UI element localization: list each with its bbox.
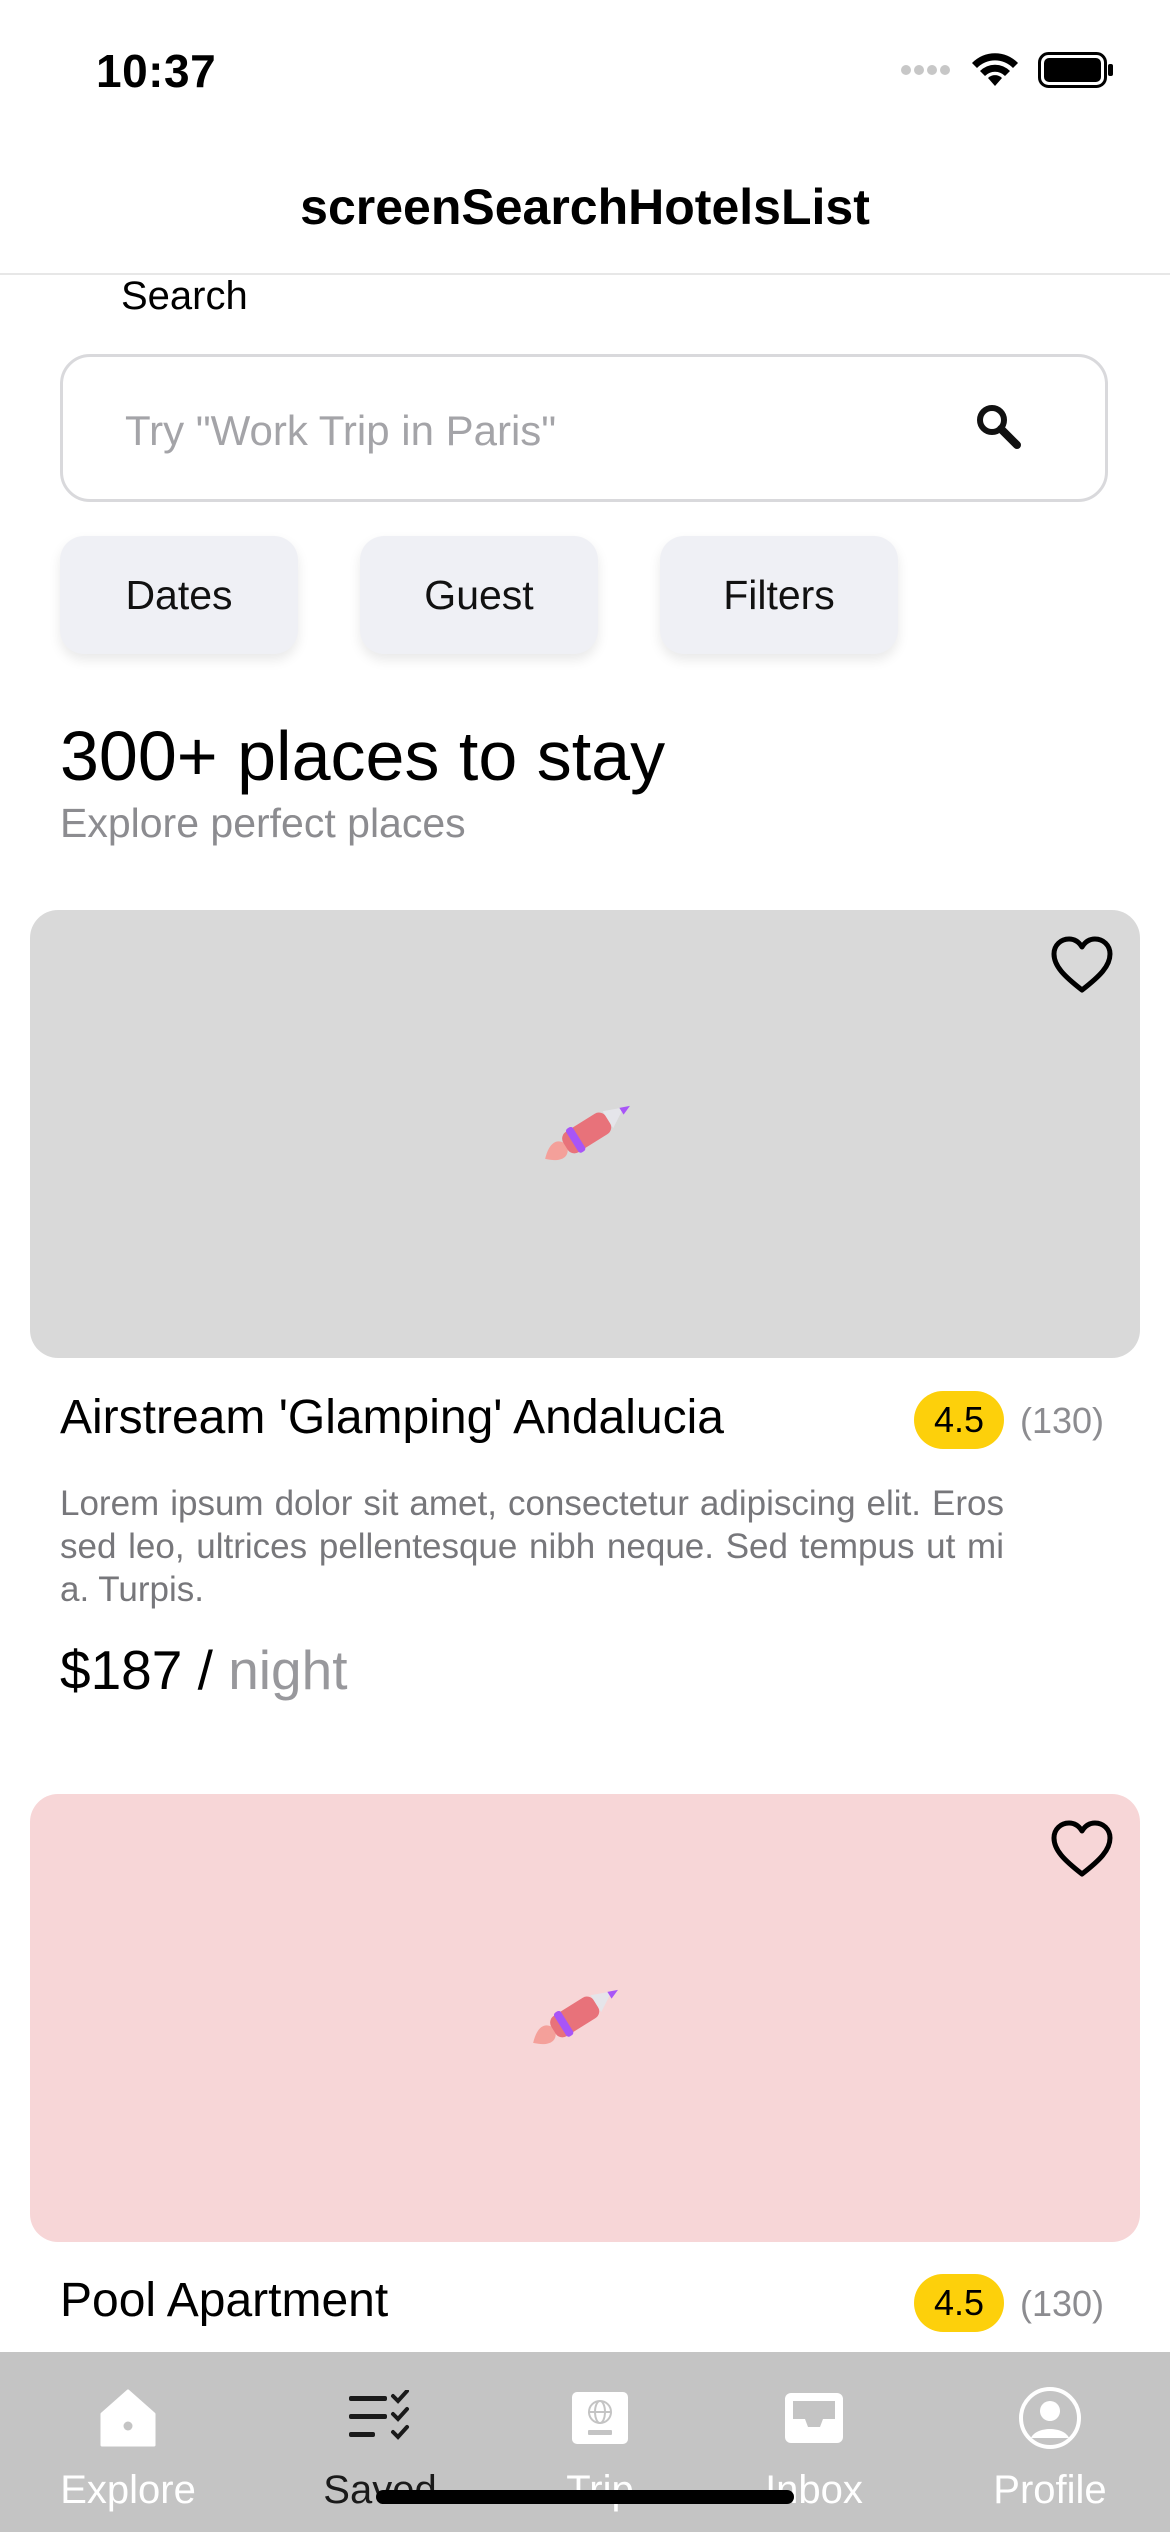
page-title: screenSearchHotelsList [300, 179, 870, 235]
filters-chip[interactable]: Filters [660, 536, 898, 654]
listing-description: Lorem ipsum dolor sit amet, consectetur … [60, 1484, 1004, 1609]
review-count: (130) [1020, 2283, 1105, 2324]
status-time: 10:37 [96, 45, 217, 97]
listing-image[interactable] [30, 910, 1140, 1358]
status-icons [900, 52, 1114, 88]
rating-badge: 4.5 [914, 1391, 1004, 1449]
pass-icon [570, 2382, 630, 2454]
search-input[interactable] [123, 395, 967, 467]
search-field[interactable] [60, 354, 1108, 502]
inbox-icon [783, 2382, 845, 2454]
guest-chip[interactable]: Guest [360, 536, 598, 654]
wifi-icon [972, 53, 1018, 86]
listing-image[interactable] [30, 1794, 1140, 2242]
price-value: $187 / [60, 1639, 213, 1701]
rocket-icon [530, 1094, 640, 1179]
heart-icon[interactable] [1050, 936, 1114, 999]
section-subtitle: Explore perfect places [60, 800, 466, 846]
battery-icon [1038, 52, 1113, 88]
search-label: Search [121, 274, 248, 318]
listing-price: $187 / night [60, 1638, 347, 1702]
tab-label: Explore [60, 2468, 196, 2512]
tab-label: Profile [993, 2468, 1107, 2512]
heart-icon[interactable] [1050, 1820, 1114, 1883]
tab-explore[interactable]: Explore [38, 2382, 218, 2513]
guest-chip-label: Guest [424, 571, 534, 618]
review-count: (130) [1020, 1400, 1105, 1441]
price-unit: night [228, 1639, 348, 1701]
dates-chip[interactable]: Dates [60, 536, 298, 654]
listing-title[interactable]: Airstream 'Glamping' Andalucia [60, 1390, 724, 1445]
tab-bar: Explore Saved Trip [0, 2352, 1170, 2532]
listing-title[interactable]: Pool Apartment [60, 2273, 388, 2328]
search-icon[interactable] [973, 401, 1023, 456]
home-icon [99, 2382, 157, 2454]
rocket-icon [518, 1978, 628, 2063]
rating-badge: 4.5 [914, 2274, 1004, 2332]
home-indicator [376, 2490, 794, 2504]
dates-chip-label: Dates [125, 571, 233, 618]
rating-value: 4.5 [933, 2282, 985, 2323]
tab-profile[interactable]: Profile [960, 2382, 1140, 2513]
cellular-signal-icon [901, 65, 950, 75]
profile-icon [1018, 2382, 1082, 2454]
rating-value: 4.5 [933, 1399, 985, 1440]
section-title: 300+ places to stay [60, 717, 666, 795]
checklist-icon [347, 2382, 413, 2454]
filters-chip-label: Filters [723, 571, 835, 618]
